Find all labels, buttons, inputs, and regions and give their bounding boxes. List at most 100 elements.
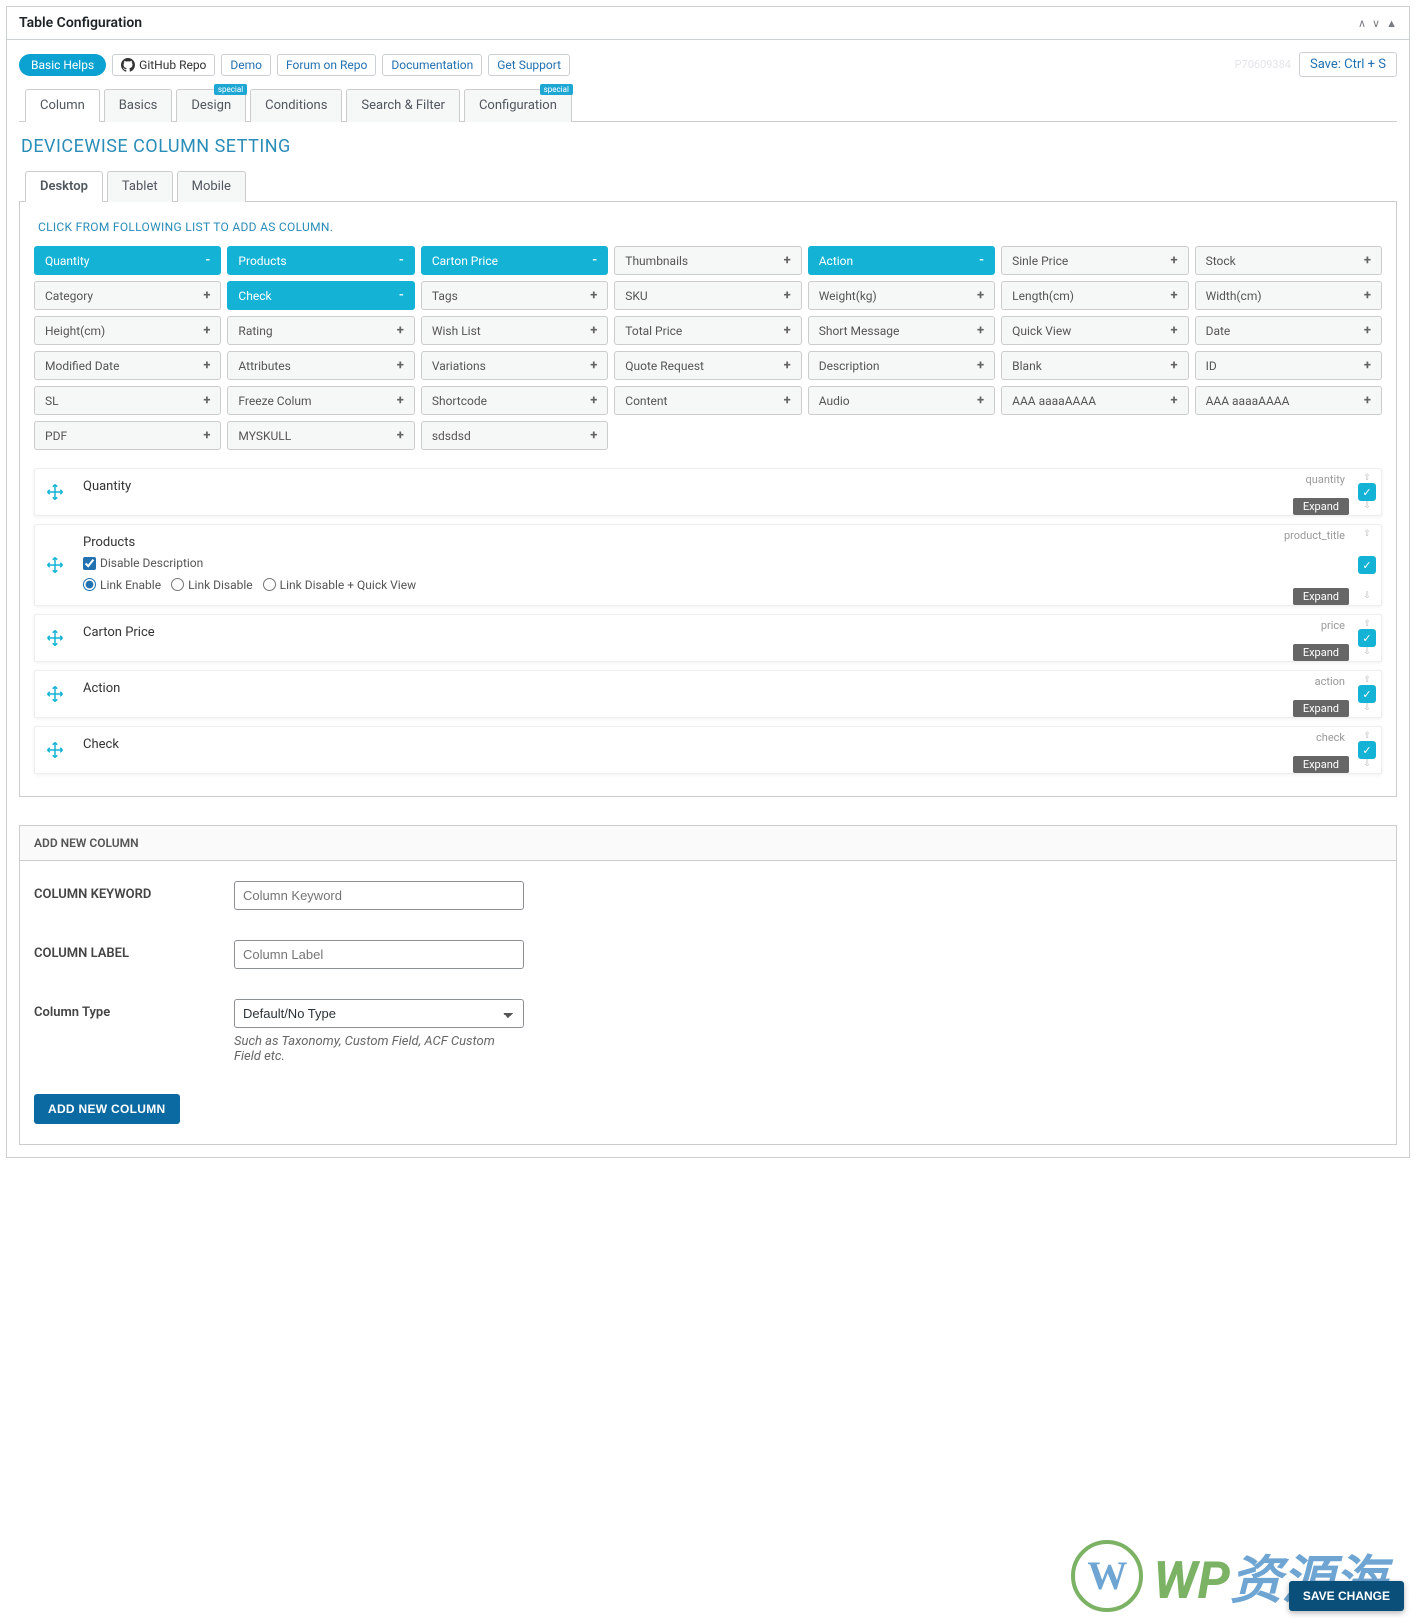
column-chip[interactable]: Modified Date+ xyxy=(34,351,221,380)
column-chip[interactable]: Stock+ xyxy=(1195,246,1382,275)
column-chip[interactable]: Rating+ xyxy=(227,316,414,345)
column-chip[interactable]: Date+ xyxy=(1195,316,1382,345)
forum-link[interactable]: Forum on Repo xyxy=(277,54,376,76)
column-chip[interactable]: Quantity- xyxy=(34,246,221,275)
move-up-icon[interactable]: ⇧ xyxy=(1363,731,1371,741)
expand-button[interactable]: Expand xyxy=(1293,756,1349,773)
column-chip[interactable]: Quote Request+ xyxy=(614,351,801,380)
column-chip[interactable]: Check- xyxy=(227,281,414,310)
device-tab-tablet[interactable]: Tablet xyxy=(107,171,173,202)
toggle-icon[interactable]: ▲ xyxy=(1386,17,1397,30)
tab-basics[interactable]: Basics xyxy=(104,89,173,122)
move-up-icon[interactable]: ⇧ xyxy=(1363,675,1371,685)
column-chip[interactable]: Attributes+ xyxy=(227,351,414,380)
column-body: Products Disable Description Link Enable… xyxy=(75,525,1253,605)
move-up-icon[interactable]: ⇧ xyxy=(1363,529,1371,539)
column-rows: QuantityquantityExpand⇧✓⇩Products Disabl… xyxy=(34,468,1382,774)
save-change-button[interactable]: SAVE CHANGE xyxy=(1289,1581,1404,1611)
column-chip[interactable]: sdsdsd+ xyxy=(421,421,608,450)
column-chip[interactable]: Blank+ xyxy=(1001,351,1188,380)
plus-icon: + xyxy=(977,393,984,408)
label-input[interactable] xyxy=(234,940,524,969)
column-chip[interactable]: ID+ xyxy=(1195,351,1382,380)
device-tab-mobile[interactable]: Mobile xyxy=(177,171,246,202)
column-chip[interactable]: Carton Price- xyxy=(421,246,608,275)
move-down-icon[interactable]: ⇩ xyxy=(1363,647,1371,657)
column-title: Carton Price xyxy=(83,625,1245,640)
device-tab-desktop[interactable]: Desktop xyxy=(25,171,103,202)
drag-handle-icon[interactable] xyxy=(35,525,75,605)
column-chip[interactable]: Height(cm)+ xyxy=(34,316,221,345)
disable-desc-checkbox[interactable]: Disable Description xyxy=(83,556,203,570)
device-tabs: DesktopTabletMobile xyxy=(19,171,1397,202)
support-link[interactable]: Get Support xyxy=(488,54,570,76)
collapse-down-icon[interactable]: ∨ xyxy=(1372,17,1380,30)
move-up-icon[interactable]: ⇧ xyxy=(1363,473,1371,483)
column-chip[interactable]: SL+ xyxy=(34,386,221,415)
link-disable-qv-radio[interactable]: Link Disable + Quick View xyxy=(263,578,416,592)
column-slug: check xyxy=(1316,731,1349,744)
expand-button[interactable]: Expand xyxy=(1293,700,1349,717)
tab-design[interactable]: Designspecial xyxy=(176,89,246,122)
column-controls: ⇧✓⇩ xyxy=(1353,671,1381,717)
column-chip[interactable]: MYSKULL+ xyxy=(227,421,414,450)
column-chip[interactable]: Total Price+ xyxy=(614,316,801,345)
move-up-icon[interactable]: ⇧ xyxy=(1363,619,1371,629)
column-chip[interactable]: Variations+ xyxy=(421,351,608,380)
link-disable-radio[interactable]: Link Disable xyxy=(171,578,253,592)
tab-column[interactable]: Column xyxy=(25,89,100,122)
column-chip[interactable]: Weight(kg)+ xyxy=(808,281,995,310)
keyword-input[interactable] xyxy=(234,881,524,910)
column-row: CheckcheckExpand⇧✓⇩ xyxy=(34,726,1382,774)
column-chip[interactable]: Content+ xyxy=(614,386,801,415)
visibility-toggle[interactable]: ✓ xyxy=(1358,556,1376,574)
column-chip[interactable]: Audio+ xyxy=(808,386,995,415)
column-chip[interactable]: Freeze Colum+ xyxy=(227,386,414,415)
expand-button[interactable]: Expand xyxy=(1293,498,1349,515)
column-chip[interactable]: Length(cm)+ xyxy=(1001,281,1188,310)
column-chip[interactable]: Width(cm)+ xyxy=(1195,281,1382,310)
column-chip[interactable]: Short Message+ xyxy=(808,316,995,345)
tab-search-filter[interactable]: Search & Filter xyxy=(346,89,460,122)
move-down-icon[interactable]: ⇩ xyxy=(1363,501,1371,511)
section-title: DEVICEWISE COLUMN SETTING xyxy=(21,136,1397,157)
drag-handle-icon[interactable] xyxy=(35,671,75,717)
documentation-link[interactable]: Documentation xyxy=(382,54,482,76)
visibility-toggle[interactable]: ✓ xyxy=(1358,685,1376,703)
drag-handle-icon[interactable] xyxy=(35,615,75,661)
column-chip[interactable]: AAA aaaaAAAA+ xyxy=(1195,386,1382,415)
column-chip[interactable]: Category+ xyxy=(34,281,221,310)
move-down-icon[interactable]: ⇩ xyxy=(1363,759,1371,769)
collapse-up-icon[interactable]: ∧ xyxy=(1358,17,1366,30)
visibility-toggle[interactable]: ✓ xyxy=(1358,629,1376,647)
column-chip[interactable]: Description+ xyxy=(808,351,995,380)
column-chip[interactable]: Thumbnails+ xyxy=(614,246,801,275)
visibility-toggle[interactable]: ✓ xyxy=(1358,741,1376,759)
demo-link[interactable]: Demo xyxy=(221,54,271,76)
visibility-toggle[interactable]: ✓ xyxy=(1358,483,1376,501)
save-hint-button[interactable]: Save: Ctrl + S xyxy=(1299,52,1397,77)
tab-configuration[interactable]: Configurationspecial xyxy=(464,89,572,122)
tab-conditions[interactable]: Conditions xyxy=(250,89,342,122)
move-down-icon[interactable]: ⇩ xyxy=(1363,703,1371,713)
column-chip[interactable]: AAA aaaaAAAA+ xyxy=(1001,386,1188,415)
column-chip[interactable]: SKU+ xyxy=(614,281,801,310)
expand-button[interactable]: Expand xyxy=(1293,644,1349,661)
column-chip[interactable]: Sinle Price+ xyxy=(1001,246,1188,275)
expand-button[interactable]: Expand xyxy=(1293,588,1349,605)
column-chip[interactable]: PDF+ xyxy=(34,421,221,450)
column-chip[interactable]: Action- xyxy=(808,246,995,275)
drag-handle-icon[interactable] xyxy=(35,727,75,773)
column-chip[interactable]: Tags+ xyxy=(421,281,608,310)
type-select[interactable]: Default/No Type xyxy=(234,999,524,1028)
drag-handle-icon[interactable] xyxy=(35,469,75,515)
column-chip[interactable]: Products- xyxy=(227,246,414,275)
basic-helps-pill[interactable]: Basic Helps xyxy=(19,54,106,76)
column-chip[interactable]: Wish List+ xyxy=(421,316,608,345)
column-chip[interactable]: Quick View+ xyxy=(1001,316,1188,345)
move-down-icon[interactable]: ⇩ xyxy=(1363,591,1371,601)
add-column-button[interactable]: ADD NEW COLUMN xyxy=(34,1094,180,1124)
link-enable-radio[interactable]: Link Enable xyxy=(83,578,161,592)
github-repo-link[interactable]: GitHub Repo xyxy=(112,54,215,76)
column-chip[interactable]: Shortcode+ xyxy=(421,386,608,415)
